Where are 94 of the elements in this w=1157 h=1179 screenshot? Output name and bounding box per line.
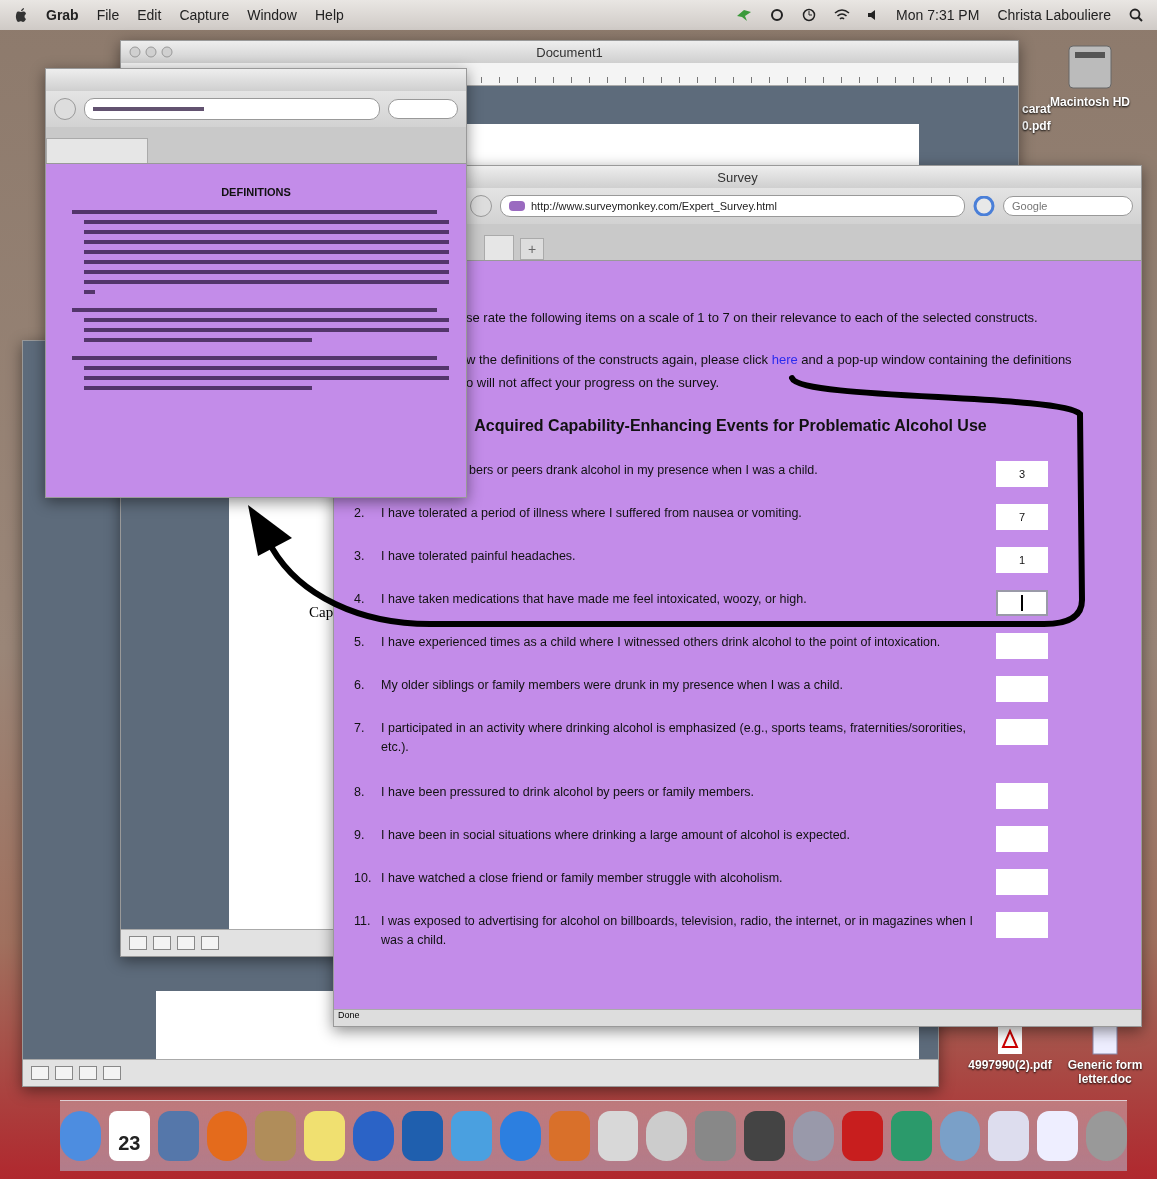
- survey-item: I have experienced times as a child where I witnessed others drink alcohol to the point of intoxication.: [381, 634, 942, 651]
- back-button[interactable]: [54, 98, 76, 120]
- home-button[interactable]: [470, 195, 492, 217]
- survey-item: I have been pressured to drink alcohol by peers or family members.: [381, 784, 756, 801]
- google-icon[interactable]: [973, 196, 995, 216]
- app-icon[interactable]: [353, 1111, 395, 1161]
- browser-tab[interactable]: [46, 138, 148, 163]
- menu-item[interactable]: Window: [247, 7, 297, 23]
- item-number: 11.: [354, 913, 372, 930]
- item-number: 9.: [354, 827, 366, 844]
- app-icon[interactable]: [939, 1111, 981, 1161]
- item-number: 5.: [354, 634, 366, 651]
- survey-item: I participated in an activity where drinking alcohol is emphasized (e.g., sports teams, fraternities/sororities, etc.).: [381, 720, 967, 756]
- answer-field[interactable]: [996, 676, 1048, 702]
- new-tab-button[interactable]: +: [520, 238, 544, 260]
- view-mode-button[interactable]: [31, 1066, 49, 1080]
- definitions-heading: DEFINITIONS: [220, 186, 292, 198]
- menu-item[interactable]: Help: [315, 7, 344, 23]
- answer-field[interactable]: [996, 826, 1048, 852]
- browser-tab[interactable]: [484, 235, 514, 260]
- desktop-icon-label[interactable]: carat: [1022, 102, 1051, 116]
- desktop-icon-label[interactable]: Generic form letter.doc: [1060, 1058, 1150, 1086]
- answer-field[interactable]: [996, 719, 1048, 745]
- app-icon[interactable]: [744, 1111, 785, 1161]
- search-field[interactable]: Google: [1003, 196, 1133, 216]
- item-number: 7.: [354, 720, 366, 737]
- view-mode-button[interactable]: [103, 1066, 121, 1080]
- calendar-icon[interactable]: 23: [108, 1111, 150, 1161]
- view-mode-button[interactable]: [177, 936, 195, 950]
- desktop-icon-label[interactable]: Macintosh HD: [1050, 95, 1130, 109]
- item-number: 6.: [354, 677, 366, 694]
- answer-field[interactable]: [996, 783, 1048, 809]
- app-icon[interactable]: [304, 1111, 346, 1161]
- app-icon[interactable]: [499, 1111, 541, 1161]
- status-bar: Done: [334, 1009, 1141, 1026]
- apple-menu-icon[interactable]: [14, 7, 28, 23]
- app-icon[interactable]: [988, 1111, 1030, 1161]
- site-icon: [509, 201, 525, 211]
- menu-clock[interactable]: Mon 7:31 PM: [896, 7, 980, 23]
- menu-item[interactable]: Grab: [46, 7, 79, 23]
- item-number: 3.: [354, 548, 366, 565]
- url-field[interactable]: http://www.surveymonkey.com/Expert_Survey.html: [500, 195, 965, 217]
- item-number: 4.: [354, 591, 366, 608]
- answer-field[interactable]: 3: [996, 461, 1048, 487]
- hard-drive-icon[interactable]: [1065, 42, 1115, 92]
- view-mode-button[interactable]: [79, 1066, 97, 1080]
- view-mode-button[interactable]: [153, 936, 171, 950]
- intro-text: se rate the following items on a scale of 1 to 7 on their relevance to each of the selected constructs.: [465, 309, 1039, 327]
- app-icon[interactable]: [597, 1111, 639, 1161]
- survey-item: I was exposed to advertising for alcohol on billboards, television, radio, the internet, or in magazines when I was a child.: [381, 913, 974, 949]
- app-icon[interactable]: [646, 1111, 688, 1161]
- app-icon[interactable]: [157, 1111, 199, 1161]
- clock-icon[interactable]: [802, 8, 817, 22]
- menu-item[interactable]: Edit: [137, 7, 162, 23]
- desktop-icon-label[interactable]: 0.pdf: [1022, 119, 1051, 133]
- user-name[interactable]: Christa Labouliere: [997, 7, 1111, 23]
- survey-item: I have taken medications that have made me feel intoxicated, woozy, or high.: [381, 591, 808, 608]
- answer-field[interactable]: [996, 633, 1048, 659]
- survey-item: I have tolerated painful headaches.: [381, 548, 577, 565]
- item-number: 2.: [354, 505, 366, 522]
- search-field[interactable]: [388, 99, 458, 119]
- document-file-icon[interactable]: [1090, 1025, 1120, 1055]
- app-icon[interactable]: [402, 1111, 443, 1161]
- menu-item[interactable]: File: [96, 7, 120, 23]
- search-icon[interactable]: [1129, 8, 1143, 22]
- desktop-icon-label[interactable]: 4997990(2).pdf: [968, 1058, 1052, 1072]
- survey-item: bers or peers drank alcohol in my presence when I was a child.: [468, 462, 819, 479]
- window-controls-icon[interactable]: [129, 46, 173, 58]
- app-icon[interactable]: [841, 1111, 883, 1161]
- view-mode-button[interactable]: [129, 936, 147, 950]
- page-text: Cap: [309, 604, 334, 620]
- menu-item[interactable]: Capture: [179, 7, 230, 23]
- answer-field[interactable]: [996, 912, 1048, 938]
- survey-item: I have tolerated a period of illness where I suffered from nausea or vomiting.: [381, 505, 803, 522]
- window-title: Survey: [717, 169, 758, 185]
- app-icon[interactable]: [1037, 1111, 1079, 1161]
- answer-field[interactable]: 1: [996, 547, 1048, 573]
- answer-field[interactable]: 7: [996, 504, 1048, 530]
- app-icon[interactable]: [1086, 1111, 1127, 1161]
- view-mode-button[interactable]: [55, 1066, 73, 1080]
- survey-item: My older siblings or family members were drunk in my presence when I was a child.: [381, 677, 844, 694]
- answer-field[interactable]: [996, 590, 1048, 616]
- survey-heading: Acquired Capability-Enhancing Events for Problematic Alcohol Use: [473, 416, 988, 436]
- survey-item: I have been in social situations where drinking a large amount of alcohol is expected.: [381, 827, 852, 844]
- item-number: 10.: [354, 870, 373, 887]
- answer-field[interactable]: [996, 869, 1048, 895]
- app-icon[interactable]: [792, 1111, 834, 1161]
- survey-item: I have watched a close friend or family member struggle with alcoholism.: [381, 870, 784, 887]
- window-title: Document1: [536, 44, 603, 60]
- pdf-file-icon[interactable]: [995, 1025, 1025, 1055]
- wifi-icon[interactable]: [834, 8, 851, 22]
- url-field[interactable]: [84, 98, 380, 120]
- item-number: 8.: [354, 784, 366, 801]
- view-mode-button[interactable]: [201, 936, 219, 950]
